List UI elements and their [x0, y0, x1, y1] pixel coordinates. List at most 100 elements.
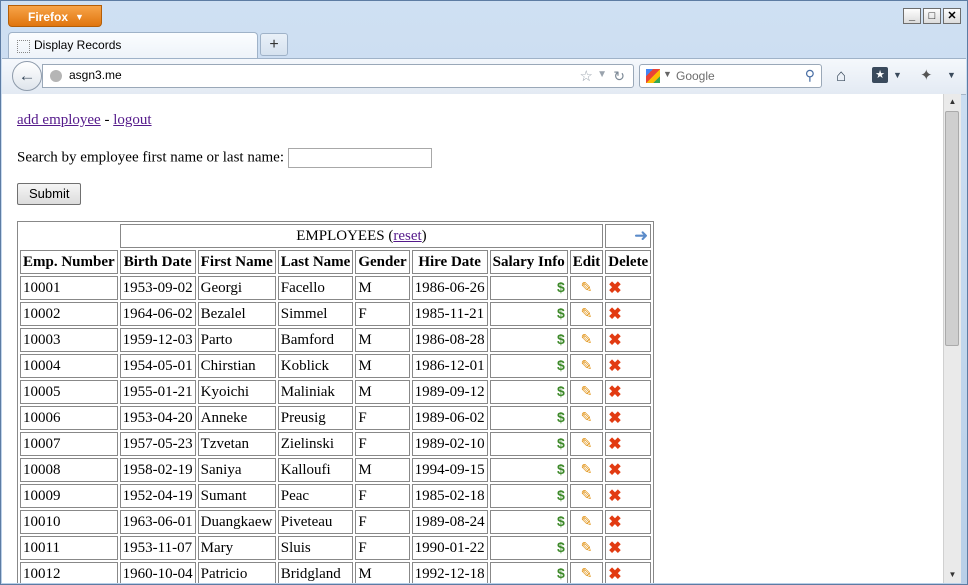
scroll-down-icon[interactable]: ▼: [944, 567, 961, 583]
hire-date-cell: 1989-06-02: [411, 406, 488, 430]
delete-x-icon[interactable]: ✖: [608, 384, 621, 401]
salary-info-cell: $: [489, 562, 568, 583]
gender-cell: M: [355, 328, 410, 352]
pencil-icon[interactable]: ✎: [581, 437, 593, 452]
delete-x-icon[interactable]: ✖: [608, 332, 621, 349]
pencil-icon[interactable]: ✎: [581, 541, 593, 556]
dollar-icon[interactable]: $: [557, 279, 565, 295]
star-icon[interactable]: ☆: [580, 67, 593, 85]
last-name-cell: Preusig: [277, 406, 354, 430]
last-name-cell: Bridgland: [277, 562, 354, 583]
table-row: 10010 1963-06-01 Duangkaew Piveteau F 1989-08…: [20, 510, 652, 534]
delete-x-icon[interactable]: ✖: [608, 280, 621, 297]
tab-display-records[interactable]: Display Records: [8, 32, 258, 58]
firefox-menu-button[interactable]: Firefox ▼: [8, 5, 102, 27]
delete-x-icon[interactable]: ✖: [608, 462, 621, 479]
bookmark-icon[interactable]: ★: [872, 67, 888, 83]
url-bar[interactable]: asgn3.me ☆ ▼ ↻: [42, 64, 634, 88]
dollar-icon[interactable]: $: [557, 383, 565, 399]
first-name-cell: Duangkaew: [197, 510, 276, 534]
pencil-icon[interactable]: ✎: [581, 333, 593, 348]
dollar-icon[interactable]: $: [557, 357, 565, 373]
employees-table-body: 10001 1953-09-02 Georgi Facello M 1986-06-26 $…: [20, 276, 652, 583]
dollar-icon[interactable]: $: [557, 409, 565, 425]
table-row: 10001 1953-09-02 Georgi Facello M 1986-06-26 $…: [20, 276, 652, 300]
pencil-icon[interactable]: ✎: [581, 567, 593, 582]
reload-icon[interactable]: ↻: [613, 68, 625, 85]
salary-info-cell: $: [489, 328, 568, 352]
vertical-scrollbar[interactable]: ▲ ▼: [943, 94, 961, 583]
scroll-up-icon[interactable]: ▲: [944, 94, 961, 110]
gender-cell: F: [355, 484, 410, 508]
pencil-icon[interactable]: ✎: [581, 385, 593, 400]
delete-x-icon[interactable]: ✖: [608, 410, 621, 427]
maximize-button[interactable]: □: [923, 8, 941, 24]
scroll-thumb[interactable]: [945, 111, 959, 346]
dollar-icon[interactable]: $: [557, 331, 565, 347]
delete-cell: ✖: [605, 536, 652, 560]
edit-cell: ✎: [569, 328, 604, 352]
delete-x-icon[interactable]: ✖: [608, 488, 621, 505]
header-edit: Edit: [569, 250, 604, 274]
emp-number-cell: 10002: [20, 302, 118, 326]
delete-x-icon[interactable]: ✖: [608, 436, 621, 453]
new-tab-button[interactable]: +: [260, 33, 288, 56]
emp-number-cell: 10004: [20, 354, 118, 378]
back-button[interactable]: ←: [12, 61, 42, 91]
name-search-input[interactable]: [287, 148, 432, 168]
dollar-icon[interactable]: $: [557, 539, 565, 555]
table-caption: EMPLOYEES (reset): [119, 224, 604, 248]
gender-cell: F: [355, 302, 410, 326]
dollar-icon[interactable]: $: [557, 305, 565, 321]
first-name-cell: Sumant: [197, 484, 276, 508]
submit-button[interactable]: Submit: [17, 183, 82, 205]
close-button[interactable]: ✕: [943, 8, 961, 24]
header-birth-date: Birth Date: [119, 250, 196, 274]
link-separator: -: [100, 112, 114, 128]
addon-icon[interactable]: ✦: [920, 66, 933, 84]
dollar-icon[interactable]: $: [557, 513, 565, 529]
home-icon[interactable]: ⌂: [836, 66, 846, 86]
pencil-icon[interactable]: ✎: [581, 515, 593, 530]
delete-cell: ✖: [605, 484, 652, 508]
history-dropdown-icon[interactable]: ▼: [597, 69, 607, 80]
pencil-icon[interactable]: ✎: [581, 359, 593, 374]
birth-date-cell: 1964-06-02: [119, 302, 196, 326]
delete-x-icon[interactable]: ✖: [608, 514, 621, 531]
salary-info-cell: $: [489, 458, 568, 482]
logout-link[interactable]: logout: [113, 112, 151, 128]
search-icon[interactable]: ⚲: [805, 67, 815, 84]
hire-date-cell: 1990-01-22: [411, 536, 488, 560]
bookmark-dropdown-icon[interactable]: ▼: [893, 70, 902, 80]
delete-x-icon[interactable]: ✖: [608, 358, 621, 375]
delete-cell: ✖: [605, 432, 652, 456]
delete-x-icon[interactable]: ✖: [608, 306, 621, 323]
window-controls: _ □ ✕: [903, 8, 961, 24]
dollar-icon[interactable]: $: [557, 461, 565, 477]
delete-x-icon[interactable]: ✖: [608, 540, 621, 557]
pencil-icon[interactable]: ✎: [581, 411, 593, 426]
add-employee-link[interactable]: add employee: [17, 112, 101, 128]
reset-link[interactable]: reset: [393, 228, 421, 244]
pencil-icon[interactable]: ✎: [581, 307, 593, 322]
search-box[interactable]: ▼ Google ⚲: [639, 64, 822, 88]
dollar-icon[interactable]: $: [557, 435, 565, 451]
tab-title: Display Records: [34, 38, 122, 52]
dollar-icon[interactable]: $: [557, 487, 565, 503]
search-engine-dropdown-icon[interactable]: ▼: [663, 69, 672, 79]
hire-date-cell: 1994-09-15: [411, 458, 488, 482]
pencil-icon[interactable]: ✎: [581, 281, 593, 296]
google-icon[interactable]: [646, 69, 660, 83]
pencil-icon[interactable]: ✎: [581, 489, 593, 504]
dollar-icon[interactable]: $: [557, 565, 565, 581]
delete-x-icon[interactable]: ✖: [608, 566, 621, 583]
first-name-cell: Chirstian: [197, 354, 276, 378]
next-arrow-icon[interactable]: ➜: [634, 226, 648, 245]
pencil-icon[interactable]: ✎: [581, 463, 593, 478]
search-form: Search by employee first name or last na…: [17, 148, 432, 168]
last-name-cell: Maliniak: [277, 380, 354, 404]
minimize-button[interactable]: _: [903, 8, 921, 24]
header-salary-info: Salary Info: [489, 250, 568, 274]
header-last-name: Last Name: [277, 250, 354, 274]
toolbar-dropdown-icon[interactable]: ▼: [947, 70, 956, 80]
